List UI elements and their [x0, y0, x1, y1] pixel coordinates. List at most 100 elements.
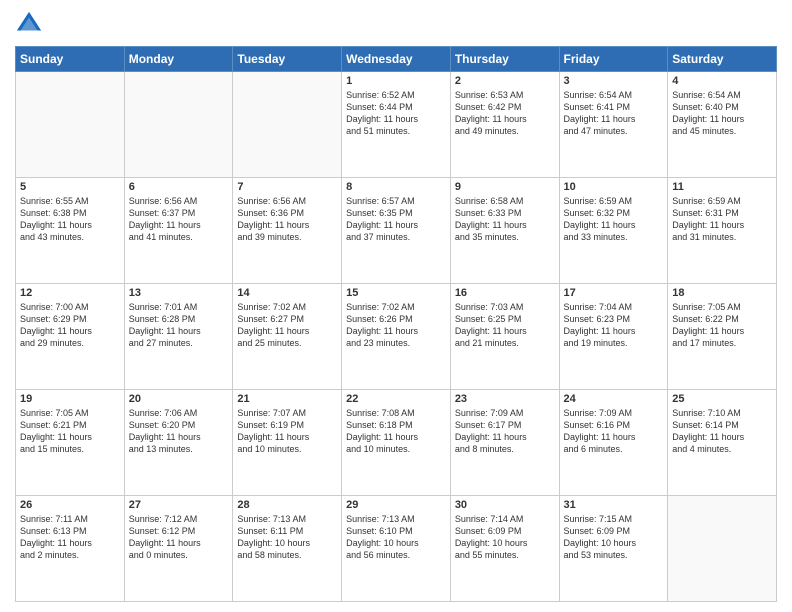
day-number-31: 31: [564, 499, 664, 511]
calendar-day-23: 23Sunrise: 7:09 AM Sunset: 6:17 PM Dayli…: [450, 390, 559, 496]
calendar-empty: [668, 496, 777, 602]
day-info-11: Sunrise: 6:59 AM Sunset: 6:31 PM Dayligh…: [672, 195, 772, 244]
calendar-day-19: 19 Sunrise: 7:05 AM Sunset: 6:21 PM Dayli…: [16, 390, 125, 496]
calendar-day-13: 13 Sunrise: 7:01 AM Sunset: 6:28 PM Dayli…: [124, 284, 233, 390]
day-number-21: 21: [237, 393, 337, 405]
day-info-26: Sunrise: 7:11 AM Sunset: 6:13 PM Dayligh…: [20, 513, 120, 562]
day-info-31: Sunrise: 7:15 AM Sunset: 6:09 PM Dayligh…: [564, 513, 664, 562]
calendar-day-26: 26 Sunrise: 7:11 AM Sunset: 6:13 PM Dayli…: [16, 496, 125, 602]
calendar-day-28: 28 Sunrise: 7:13 AM Sunset: 6:11 PM Dayli…: [233, 496, 342, 602]
day-number-28: 28: [237, 499, 337, 511]
weekday-header-tuesday: Tuesday: [233, 47, 342, 72]
day-number-27: 27: [129, 499, 229, 511]
day-info-2: Sunrise: 6:53 AM Sunset: 6:42 PM Dayligh…: [455, 89, 555, 138]
calendar-day-15: 15 Sunrise: 7:02 AM Sunset: 6:26 PM Dayli…: [342, 284, 451, 390]
calendar-day-16: 16 Sunrise: 7:03 AM Sunset: 6:25 PM Dayli…: [450, 284, 559, 390]
calendar-day-1: 1 Sunrise: 6:52 AM Sunset: 6:44 PM Daylig…: [342, 72, 451, 178]
day-info-25: Sunrise: 7:10 AM Sunset: 6:14 PM Dayligh…: [672, 407, 772, 456]
day-info-7: Sunrise: 6:56 AM Sunset: 6:36 PM Dayligh…: [237, 195, 337, 244]
weekday-header-wednesday: Wednesday: [342, 47, 451, 72]
day-info-27: Sunrise: 7:12 AM Sunset: 6:12 PM Dayligh…: [129, 513, 229, 562]
calendar-day-6: 6 Sunrise: 6:56 AM Sunset: 6:37 PM Daylig…: [124, 178, 233, 284]
day-number-18: 18: [672, 287, 772, 299]
day-number-16: 16: [455, 287, 555, 299]
day-info-10: Sunrise: 6:59 AM Sunset: 6:32 PM Dayligh…: [564, 195, 664, 244]
day-number-13: 13: [129, 287, 229, 299]
day-number-29: 29: [346, 499, 446, 511]
logo: [15, 10, 47, 38]
calendar-week-5: 26 Sunrise: 7:11 AM Sunset: 6:13 PM Dayli…: [16, 496, 777, 602]
day-number-20: 20: [129, 393, 229, 405]
day-number-22: 22: [346, 393, 446, 405]
day-info-19: Sunrise: 7:05 AM Sunset: 6:21 PM Dayligh…: [20, 407, 120, 456]
calendar-day-5: 5Sunrise: 6:55 AM Sunset: 6:38 PM Daylig…: [16, 178, 125, 284]
day-number-30: 30: [455, 499, 555, 511]
calendar-day-30: 30 Sunrise: 7:14 AM Sunset: 6:09 PM Dayli…: [450, 496, 559, 602]
calendar-day-18: 18 Sunrise: 7:05 AM Sunset: 6:22 PM Dayli…: [668, 284, 777, 390]
calendar-empty: [233, 72, 342, 178]
day-info-20: Sunrise: 7:06 AM Sunset: 6:20 PM Dayligh…: [129, 407, 229, 456]
calendar-week-4: 19 Sunrise: 7:05 AM Sunset: 6:21 PM Dayli…: [16, 390, 777, 496]
page: SundayMondayTuesdayWednesdayThursdayFrid…: [0, 0, 792, 612]
weekday-header-monday: Monday: [124, 47, 233, 72]
calendar-day-3: 3 Sunrise: 6:54 AM Sunset: 6:41 PM Daylig…: [559, 72, 668, 178]
day-info-30: Sunrise: 7:14 AM Sunset: 6:09 PM Dayligh…: [455, 513, 555, 562]
weekday-header-sunday: Sunday: [16, 47, 125, 72]
day-number-12: 12: [20, 287, 120, 299]
calendar-week-3: 12 Sunrise: 7:00 AM Sunset: 6:29 PM Dayli…: [16, 284, 777, 390]
day-info-8: Sunrise: 6:57 AM Sunset: 6:35 PM Dayligh…: [346, 195, 446, 244]
day-number-9: 9: [455, 181, 555, 193]
day-info-12: Sunrise: 7:00 AM Sunset: 6:29 PM Dayligh…: [20, 301, 120, 350]
day-number-3: 3: [564, 75, 664, 87]
calendar-empty: [124, 72, 233, 178]
calendar-day-4: 4 Sunrise: 6:54 AM Sunset: 6:40 PM Daylig…: [668, 72, 777, 178]
calendar-empty: [16, 72, 125, 178]
day-number-8: 8: [346, 181, 446, 193]
weekday-header-thursday: Thursday: [450, 47, 559, 72]
calendar-day-21: 21Sunrise: 7:07 AM Sunset: 6:19 PM Dayli…: [233, 390, 342, 496]
calendar-day-8: 8 Sunrise: 6:57 AM Sunset: 6:35 PM Daylig…: [342, 178, 451, 284]
day-number-26: 26: [20, 499, 120, 511]
calendar-day-20: 20 Sunrise: 7:06 AM Sunset: 6:20 PM Dayli…: [124, 390, 233, 496]
calendar-day-14: 14 Sunrise: 7:02 AM Sunset: 6:27 PM Dayli…: [233, 284, 342, 390]
calendar-day-2: 2 Sunrise: 6:53 AM Sunset: 6:42 PM Daylig…: [450, 72, 559, 178]
logo-icon: [15, 10, 43, 38]
calendar-day-29: 29Sunrise: 7:13 AM Sunset: 6:10 PM Dayli…: [342, 496, 451, 602]
day-info-17: Sunrise: 7:04 AM Sunset: 6:23 PM Dayligh…: [564, 301, 664, 350]
day-info-28: Sunrise: 7:13 AM Sunset: 6:11 PM Dayligh…: [237, 513, 337, 562]
day-info-3: Sunrise: 6:54 AM Sunset: 6:41 PM Dayligh…: [564, 89, 664, 138]
calendar-week-1: 1 Sunrise: 6:52 AM Sunset: 6:44 PM Daylig…: [16, 72, 777, 178]
calendar-day-7: 7 Sunrise: 6:56 AM Sunset: 6:36 PM Daylig…: [233, 178, 342, 284]
day-info-1: Sunrise: 6:52 AM Sunset: 6:44 PM Dayligh…: [346, 89, 446, 138]
day-info-4: Sunrise: 6:54 AM Sunset: 6:40 PM Dayligh…: [672, 89, 772, 138]
day-info-9: Sunrise: 6:58 AM Sunset: 6:33 PM Dayligh…: [455, 195, 555, 244]
calendar-day-22: 22Sunrise: 7:08 AM Sunset: 6:18 PM Dayli…: [342, 390, 451, 496]
day-info-6: Sunrise: 6:56 AM Sunset: 6:37 PM Dayligh…: [129, 195, 229, 244]
calendar-day-9: 9 Sunrise: 6:58 AM Sunset: 6:33 PM Daylig…: [450, 178, 559, 284]
day-number-11: 11: [672, 181, 772, 193]
day-number-6: 6: [129, 181, 229, 193]
day-info-24: Sunrise: 7:09 AM Sunset: 6:16 PM Dayligh…: [564, 407, 664, 456]
day-number-7: 7: [237, 181, 337, 193]
day-number-19: 19: [20, 393, 120, 405]
day-number-2: 2: [455, 75, 555, 87]
day-number-15: 15: [346, 287, 446, 299]
calendar-day-10: 10 Sunrise: 6:59 AM Sunset: 6:32 PM Dayli…: [559, 178, 668, 284]
header: [15, 10, 777, 38]
day-number-5: 5: [20, 181, 120, 193]
day-info-13: Sunrise: 7:01 AM Sunset: 6:28 PM Dayligh…: [129, 301, 229, 350]
day-info-18: Sunrise: 7:05 AM Sunset: 6:22 PM Dayligh…: [672, 301, 772, 350]
calendar-table: SundayMondayTuesdayWednesdayThursdayFrid…: [15, 46, 777, 602]
day-info-14: Sunrise: 7:02 AM Sunset: 6:27 PM Dayligh…: [237, 301, 337, 350]
day-number-14: 14: [237, 287, 337, 299]
day-info-15: Sunrise: 7:02 AM Sunset: 6:26 PM Dayligh…: [346, 301, 446, 350]
day-number-1: 1: [346, 75, 446, 87]
calendar-day-17: 17Sunrise: 7:04 AM Sunset: 6:23 PM Dayli…: [559, 284, 668, 390]
day-number-25: 25: [672, 393, 772, 405]
calendar-day-24: 24Sunrise: 7:09 AM Sunset: 6:16 PM Dayli…: [559, 390, 668, 496]
day-number-4: 4: [672, 75, 772, 87]
calendar-day-12: 12 Sunrise: 7:00 AM Sunset: 6:29 PM Dayli…: [16, 284, 125, 390]
calendar-day-11: 11 Sunrise: 6:59 AM Sunset: 6:31 PM Dayli…: [668, 178, 777, 284]
day-number-10: 10: [564, 181, 664, 193]
day-info-16: Sunrise: 7:03 AM Sunset: 6:25 PM Dayligh…: [455, 301, 555, 350]
